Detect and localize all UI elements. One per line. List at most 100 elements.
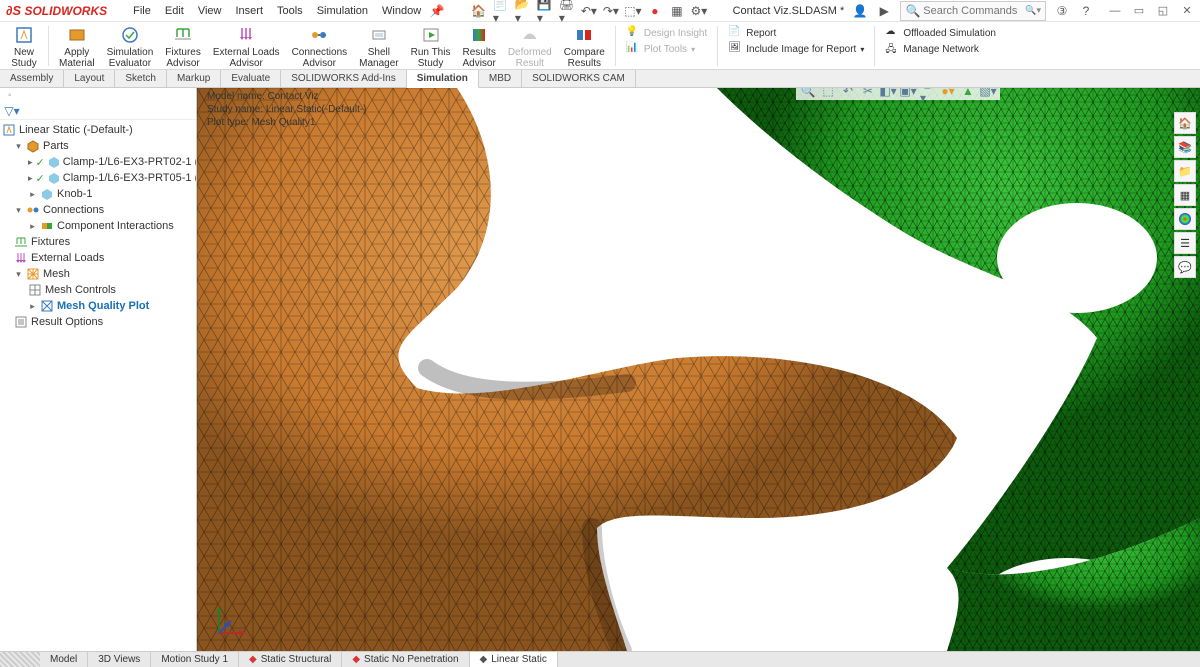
connections-advisor-button[interactable]: Connections Advisor bbox=[286, 24, 354, 70]
save-icon[interactable]: 💾▾ bbox=[537, 3, 553, 19]
menu-simulation[interactable]: Simulation bbox=[311, 3, 374, 19]
menu-window[interactable]: Window bbox=[376, 3, 427, 19]
taskpane-views-icon[interactable]: ▦ bbox=[1174, 184, 1196, 206]
zoom-area-icon[interactable]: ⬚ bbox=[820, 88, 836, 99]
tab-scroll-left[interactable] bbox=[0, 652, 40, 667]
graphics-viewport[interactable]: Model name: Contact Viz Study name: Line… bbox=[197, 88, 1200, 651]
view-orient-icon[interactable]: ◧▾ bbox=[880, 88, 896, 99]
main-menu: File Edit View Insert Tools Simulation W… bbox=[127, 3, 445, 19]
minimize-button[interactable]: — bbox=[1108, 4, 1122, 18]
external-loads-button[interactable]: External Loads Advisor bbox=[207, 24, 286, 70]
tab-cam[interactable]: SOLIDWORKS CAM bbox=[522, 70, 636, 87]
status-tab-3dviews[interactable]: 3D Views bbox=[88, 652, 151, 667]
tree-mesh-quality-plot[interactable]: ▸Mesh Quality Plot bbox=[2, 298, 194, 314]
shell-manager-button[interactable]: Shell Manager bbox=[353, 24, 404, 70]
settings-icon[interactable]: ⚙▾ bbox=[691, 3, 707, 19]
heads-up-toolbar: 🔍 ⬚ ↶ ✂ ◧▾ ▣▾ 👁▾ ●▾ ▲ ▧▾ bbox=[796, 88, 1000, 100]
tree-part-knob[interactable]: ▸Knob-1 bbox=[2, 186, 194, 202]
open-icon[interactable]: 📂▾ bbox=[515, 3, 531, 19]
tab-markup[interactable]: Markup bbox=[167, 70, 221, 87]
manage-network-button[interactable]: 🖧Manage Network bbox=[885, 42, 996, 56]
user-icon[interactable]: 👤 bbox=[852, 3, 868, 19]
status-tab-motion[interactable]: Motion Study 1 bbox=[151, 652, 239, 667]
taskpane-resources-icon[interactable]: 📚 bbox=[1174, 136, 1196, 158]
study-tree: Linear Static (-Default-) ▾Parts ▸✓Clamp… bbox=[0, 120, 196, 651]
offloaded-sim-button[interactable]: ☁Offloaded Simulation bbox=[885, 26, 996, 40]
tree-part-brass[interactable]: ▸✓Clamp-1/L6-EX3-PRT02-1 (-Brass-) bbox=[2, 154, 194, 170]
view-triad[interactable] bbox=[211, 601, 251, 641]
taskpane-props-icon[interactable]: ☰ bbox=[1174, 232, 1196, 254]
simulation-evaluator-button[interactable]: Simulation Evaluator bbox=[101, 24, 160, 70]
include-image-button[interactable]: 🖼Include Image for Report▾ bbox=[728, 42, 864, 56]
run-study-button[interactable]: Run This Study bbox=[405, 24, 457, 70]
options-icon[interactable]: ▦ bbox=[669, 3, 685, 19]
apply-material-button[interactable]: Apply Material bbox=[53, 24, 101, 70]
status-tab-linear[interactable]: ◆Linear Static bbox=[470, 652, 558, 667]
status-tab-nopen[interactable]: ◆Static No Penetration bbox=[342, 652, 469, 667]
title-bar: ∂S SOLIDWORKS File Edit View Insert Tool… bbox=[0, 0, 1200, 22]
search-dropdown-icon[interactable]: 🔍▾ bbox=[1025, 5, 1041, 16]
results-advisor-button[interactable]: Results Advisor bbox=[456, 24, 501, 70]
maximize-button[interactable]: ◱ bbox=[1156, 4, 1170, 18]
restore-button[interactable]: ▭ bbox=[1132, 4, 1146, 18]
tab-sketch[interactable]: Sketch bbox=[115, 70, 167, 87]
menu-view[interactable]: View bbox=[192, 3, 228, 19]
render-icon[interactable]: ▧▾ bbox=[980, 88, 996, 99]
tab-mbd[interactable]: MBD bbox=[479, 70, 522, 87]
compare-results-button[interactable]: Compare Results bbox=[558, 24, 611, 70]
hide-show-icon[interactable]: 👁▾ bbox=[920, 88, 936, 99]
tree-part-rubber[interactable]: ▸✓Clamp-1/L6-EX3-PRT05-1 (-Rubber-) bbox=[2, 170, 194, 186]
status-tab-structural[interactable]: ◆Static Structural bbox=[239, 652, 342, 667]
home-icon[interactable]: 🏠 bbox=[471, 3, 487, 19]
menu-edit[interactable]: Edit bbox=[159, 3, 190, 19]
tab-assembly[interactable]: Assembly bbox=[0, 70, 64, 87]
new-study-button[interactable]: New Study bbox=[4, 24, 44, 70]
print-icon[interactable]: 🖨▾ bbox=[559, 3, 575, 19]
display-style-icon[interactable]: ▣▾ bbox=[900, 88, 916, 99]
section-view-icon[interactable]: ✂ bbox=[860, 88, 876, 99]
tree-mesh-controls[interactable]: Mesh Controls bbox=[2, 282, 194, 298]
help-icon[interactable]: ? bbox=[1078, 3, 1094, 19]
search-icon: 🔍 bbox=[905, 3, 921, 19]
tree-fixtures[interactable]: Fixtures bbox=[2, 234, 194, 250]
filter-icon[interactable]: ▽▾ bbox=[4, 103, 20, 119]
rebuild-icon[interactable]: ● bbox=[647, 3, 663, 19]
status-tab-model[interactable]: Model bbox=[40, 652, 88, 667]
tree-external-loads[interactable]: External Loads bbox=[2, 250, 194, 266]
prev-view-icon[interactable]: ↶ bbox=[840, 88, 856, 99]
tree-parts[interactable]: ▾Parts bbox=[2, 138, 194, 154]
tree-result-options[interactable]: Result Options bbox=[2, 314, 194, 330]
menu-tools[interactable]: Tools bbox=[271, 3, 309, 19]
redo-icon[interactable]: ↷▾ bbox=[603, 3, 619, 19]
tab-addins[interactable]: SOLIDWORKS Add-Ins bbox=[281, 70, 406, 87]
select-icon[interactable]: ⬚▾ bbox=[625, 3, 641, 19]
tree-component-interactions[interactable]: ▸Component Interactions bbox=[2, 218, 194, 234]
pin-icon[interactable]: 📌 bbox=[429, 3, 445, 19]
tab-layout[interactable]: Layout bbox=[64, 70, 115, 87]
cloud-icon[interactable]: ▶ bbox=[876, 3, 892, 19]
zoom-fit-icon[interactable]: 🔍 bbox=[800, 88, 816, 99]
taskpane-home-icon[interactable]: 🏠 bbox=[1174, 112, 1196, 134]
tree-root[interactable]: Linear Static (-Default-) bbox=[2, 122, 194, 138]
search-input[interactable] bbox=[923, 5, 1023, 17]
search-commands[interactable]: 🔍 🔍▾ bbox=[900, 1, 1046, 21]
close-button[interactable]: ✕ bbox=[1180, 4, 1194, 18]
notifications-icon[interactable]: ③ bbox=[1054, 3, 1070, 19]
menu-insert[interactable]: Insert bbox=[229, 3, 269, 19]
scene-icon[interactable]: ▲ bbox=[960, 88, 976, 99]
motion-study-tabs: Model 3D Views Motion Study 1 ◆Static St… bbox=[0, 651, 1200, 667]
report-button[interactable]: 📄Report bbox=[728, 26, 864, 40]
undo-icon[interactable]: ↶▾ bbox=[581, 3, 597, 19]
taskpane-appearances-icon[interactable] bbox=[1174, 208, 1196, 230]
tree-connections[interactable]: ▾Connections bbox=[2, 202, 194, 218]
taskpane-design-icon[interactable]: 📁 bbox=[1174, 160, 1196, 182]
new-doc-icon[interactable]: 📄▾ bbox=[493, 3, 509, 19]
menu-file[interactable]: File bbox=[127, 3, 157, 19]
appearance-icon[interactable]: ●▾ bbox=[940, 88, 956, 99]
tab-evaluate[interactable]: Evaluate bbox=[221, 70, 281, 87]
taskpane-forum-icon[interactable]: 💬 bbox=[1174, 256, 1196, 278]
tab-simulation[interactable]: Simulation bbox=[407, 70, 479, 88]
fixtures-advisor-button[interactable]: Fixtures Advisor bbox=[159, 24, 207, 70]
task-pane: 🏠 📚 📁 ▦ ☰ 💬 bbox=[1174, 112, 1198, 278]
tree-mesh[interactable]: ▾Mesh bbox=[2, 266, 194, 282]
